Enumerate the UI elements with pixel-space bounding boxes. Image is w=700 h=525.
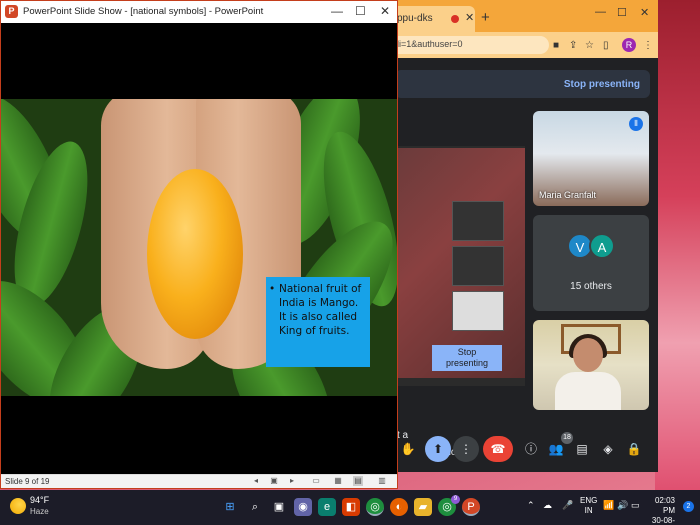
normal-view-icon[interactable]: ▭ <box>311 476 321 486</box>
camera-icon[interactable]: ■ <box>553 40 559 51</box>
slideshow-view-icon[interactable]: ▥ <box>377 476 387 486</box>
speaking-indicator-icon: ⦀ <box>629 117 643 131</box>
slide-text-box: • National fruit of India is Mango. It i… <box>266 277 370 367</box>
weather-sun-icon[interactable] <box>10 498 26 514</box>
language-indicator[interactable]: ENG IN <box>580 496 597 516</box>
mango-image <box>147 169 243 339</box>
slide-menu-icon[interactable]: ▣ <box>269 476 279 486</box>
close-icon[interactable]: ✕ <box>380 4 390 18</box>
slide-counter: Slide 9 of 19 <box>5 477 50 486</box>
wifi-icon[interactable]: 📶 <box>603 500 614 511</box>
browser-tab[interactable]: ppu-dks ✕ <box>385 6 475 32</box>
avatar: A <box>589 233 615 259</box>
battery-icon[interactable]: ▭ <box>631 500 640 511</box>
preview-tile <box>452 246 504 286</box>
next-slide-icon[interactable]: ▸ <box>287 476 297 486</box>
url-text: ili=1&authuser=0 <box>395 39 463 49</box>
sorter-view-icon[interactable]: ▦ <box>333 476 343 486</box>
teams-chat-icon[interactable]: ◉ <box>294 498 312 516</box>
previous-slide-icon[interactable]: ◂ <box>251 476 261 486</box>
host-controls-icon[interactable]: 🔒 <box>621 436 647 462</box>
weather-description[interactable]: Haze <box>30 507 49 516</box>
region-code: IN <box>584 506 593 515</box>
system-clock[interactable]: 02:03 PM 30-08-22 <box>645 496 675 525</box>
start-menu-icon[interactable]: ⊞ <box>221 498 239 516</box>
presenting-banner: Stop presenting <box>395 70 650 98</box>
slide-text: National fruit of India is Mango. It is … <box>279 283 362 337</box>
chrome-minimize-icon[interactable]: — <box>595 6 606 18</box>
powerpoint-logo-icon: P <box>5 5 18 18</box>
clock-date: 30-08-22 <box>651 516 675 525</box>
windows-taskbar: 94°F Haze ⊞ ⌕ ▣ ◉ e ◧ ◎ ◐ ▰ ◎ 9 P ⌃ ☁ 🎤 … <box>0 490 700 525</box>
show-hidden-icons[interactable]: ⌃ <box>527 500 535 511</box>
bullet: • <box>269 283 276 295</box>
bookmark-star-icon[interactable]: ☆ <box>585 40 594 51</box>
wallpaper-accent <box>655 0 700 490</box>
address-bar[interactable]: ili=1&authuser=0 <box>389 36 549 54</box>
firefox-icon[interactable]: ◐ <box>390 498 408 516</box>
chrome-badge: 9 <box>451 495 460 504</box>
meet-app: Stop presenting t a Stop presenting Igno… <box>385 58 658 472</box>
powerpoint-window: P PowerPoint Slide Show - [national symb… <box>0 0 398 489</box>
edge-icon[interactable]: e <box>318 498 336 516</box>
chrome-tab-bar: ppu-dks ✕ + — ☐ ✕ <box>385 0 658 32</box>
volume-icon[interactable]: 🔊 <box>617 500 628 511</box>
meeting-info-icon[interactable]: ⓘ <box>518 436 544 462</box>
close-tab-icon[interactable]: ✕ <box>465 11 474 24</box>
office-icon[interactable]: ◧ <box>342 498 360 516</box>
powerpoint-titlebar: P PowerPoint Slide Show - [national symb… <box>1 1 397 23</box>
file-explorer-icon[interactable]: ▰ <box>414 498 432 516</box>
task-view-icon[interactable]: ▣ <box>270 498 288 516</box>
meet-controls: ✋ ⬆ ⋮ ☎ ⓘ 👥 18 ▤ ◈ 🔒 <box>385 426 658 466</box>
participant-name: Maria Granfalt <box>539 190 597 200</box>
chrome-window: ppu-dks ✕ + — ☐ ✕ ili=1&authuser=0 ■ ⇪ ☆… <box>385 0 658 472</box>
stop-presenting-label: Stop presenting <box>445 347 489 368</box>
participant-tile-others[interactable]: V A 15 others <box>533 215 649 311</box>
participant-tile-self[interactable] <box>533 320 649 410</box>
raise-hand-icon[interactable]: ✋ <box>395 436 421 462</box>
slide-canvas[interactable]: • National fruit of India is Mango. It i… <box>1 99 397 396</box>
end-call-icon[interactable]: ☎ <box>483 436 513 462</box>
person-body <box>555 372 621 410</box>
participant-tile-room[interactable]: ⦀ Maria Granfalt <box>533 111 649 206</box>
chrome-maximize-icon[interactable]: ☐ <box>617 6 627 19</box>
preview-tile <box>452 291 504 331</box>
stop-presenting-button[interactable]: Stop presenting <box>432 345 502 371</box>
people-icon[interactable]: 👥 18 <box>543 432 573 462</box>
powerpoint-taskbar-icon[interactable]: P <box>462 498 480 516</box>
profile-avatar[interactable]: R <box>622 38 636 52</box>
present-screen-icon[interactable]: ⬆ <box>425 436 451 462</box>
chrome-taskbar-icon[interactable]: ◎ <box>366 498 384 516</box>
maximize-icon[interactable]: ☐ <box>355 4 366 18</box>
onedrive-icon[interactable]: ☁ <box>543 500 552 511</box>
language-code: ENG <box>580 496 598 505</box>
others-count: 15 others <box>570 281 612 292</box>
chrome-menu-icon[interactable]: ⋮ <box>643 40 653 51</box>
new-tab-button[interactable]: + <box>481 9 490 26</box>
chrome-close-icon[interactable]: ✕ <box>640 6 649 19</box>
reading-view-icon[interactable]: ▤ <box>353 476 363 486</box>
notification-badge[interactable]: 2 <box>683 501 694 512</box>
share-icon[interactable]: ⇪ <box>569 40 577 51</box>
microphone-icon[interactable]: 🎤 <box>562 500 573 511</box>
more-options-icon[interactable]: ⋮ <box>453 436 479 462</box>
chrome-profile-icon[interactable]: ◎ 9 <box>438 495 460 516</box>
tab-title: ppu-dks <box>397 13 433 24</box>
clock-time: 02:03 PM <box>654 496 675 515</box>
chat-icon[interactable]: ▤ <box>569 436 595 462</box>
powerpoint-statusbar: Slide 9 of 19 ◂ ▣ ▸ ▭ ▦ ▤ ▥ <box>1 474 397 488</box>
window-title: PowerPoint Slide Show - [national symbol… <box>23 6 264 17</box>
recording-icon <box>451 15 459 23</box>
chrome-toolbar: ili=1&authuser=0 ■ ⇪ ☆ ▯ R ⋮ <box>385 32 658 58</box>
activities-icon[interactable]: ◈ <box>595 436 621 462</box>
weather-temperature[interactable]: 94°F <box>30 495 49 505</box>
search-icon[interactable]: ⌕ <box>246 498 264 516</box>
stop-presenting-link[interactable]: Stop presenting <box>564 79 640 90</box>
person-face <box>573 338 603 372</box>
preview-tile <box>452 201 504 241</box>
minimize-icon[interactable]: — <box>331 4 343 18</box>
sidepanel-icon[interactable]: ▯ <box>603 40 609 51</box>
